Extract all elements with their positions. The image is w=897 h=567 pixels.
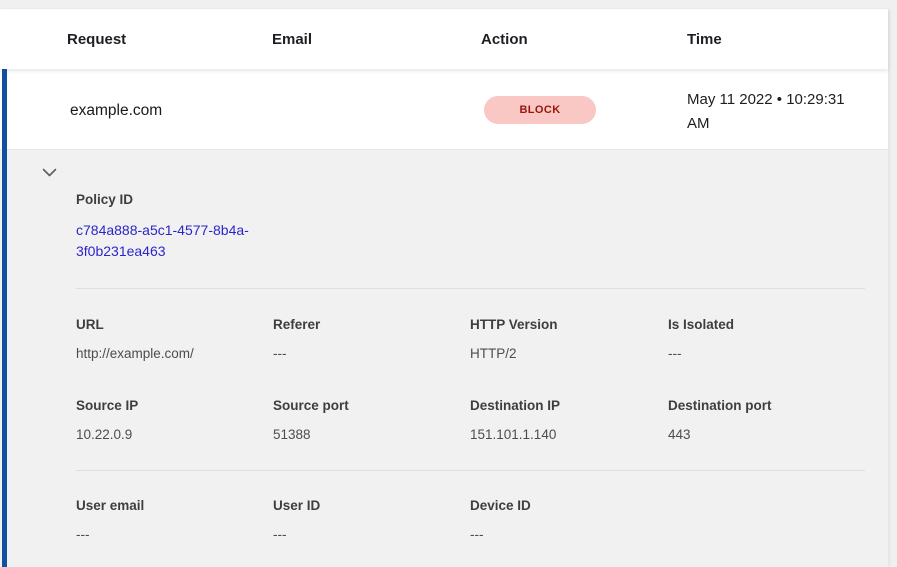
row-detail-panel: Policy ID c784a888-a5c1-4577-8b4a-3f0b23… <box>0 150 888 567</box>
detail-field-device-id: Device ID --- <box>470 498 668 542</box>
row-request-value: example.com <box>70 102 162 120</box>
detail-field-destination-ip: Destination IP 151.101.1.140 <box>470 398 668 442</box>
field-label: Destination IP <box>470 398 668 413</box>
policy-id-label: Policy ID <box>76 192 865 207</box>
chevron-down-icon <box>42 168 57 177</box>
detail-field-user-email: User email --- <box>76 498 273 542</box>
field-value: HTTP/2 <box>470 346 668 361</box>
action-status-badge: BLOCK <box>484 96 596 124</box>
selected-row-accent-bar <box>2 69 7 567</box>
action-badge-label: BLOCK <box>519 104 560 116</box>
detail-field-source-port: Source port 51388 <box>273 398 470 442</box>
row-time-value: May 11 2022 • 10:29:31 AM <box>687 88 867 136</box>
field-value: --- <box>273 346 470 361</box>
field-label: Device ID <box>470 498 668 513</box>
field-label: User ID <box>273 498 470 513</box>
field-value: 443 <box>668 427 865 442</box>
field-value: 10.22.0.9 <box>76 427 273 442</box>
collapse-row-button[interactable] <box>41 164 57 180</box>
field-value: --- <box>76 527 273 542</box>
field-value: http://example.com/ <box>76 346 273 361</box>
field-label: Referer <box>273 317 470 332</box>
table-header-row: Request Email Action Time <box>0 9 888 69</box>
column-header-time: Time <box>620 31 888 48</box>
field-value: --- <box>470 527 668 542</box>
column-header-request: Request <box>0 31 205 48</box>
column-header-action: Action <box>414 31 620 48</box>
field-value: 51388 <box>273 427 470 442</box>
detail-field-source-ip: Source IP 10.22.0.9 <box>76 398 273 442</box>
field-value: --- <box>273 527 470 542</box>
detail-field-user-id: User ID --- <box>273 498 470 542</box>
field-label: HTTP Version <box>470 317 668 332</box>
detail-field-is-isolated: Is Isolated --- <box>668 317 865 361</box>
field-value: --- <box>668 346 865 361</box>
detail-fields-row: User email --- User ID --- Device ID --- <box>76 498 865 542</box>
field-label: Source port <box>273 398 470 413</box>
section-divider <box>76 470 865 471</box>
field-label: Source IP <box>76 398 273 413</box>
detail-field-destination-port: Destination port 443 <box>668 398 865 442</box>
detail-fields-row: Source IP 10.22.0.9 Source port 51388 De… <box>76 398 865 442</box>
column-header-email: Email <box>205 31 414 48</box>
log-page: Request Email Action Time example.com BL… <box>0 0 897 567</box>
policy-id-section: Policy ID c784a888-a5c1-4577-8b4a-3f0b23… <box>76 192 865 262</box>
field-label: URL <box>76 317 273 332</box>
section-divider <box>76 288 865 289</box>
detail-field-url: URL http://example.com/ <box>76 317 273 361</box>
detail-field-referer: Referer --- <box>273 317 470 361</box>
detail-fields-row: URL http://example.com/ Referer --- HTTP… <box>76 317 865 361</box>
field-value: 151.101.1.140 <box>470 427 668 442</box>
field-label: Is Isolated <box>668 317 865 332</box>
field-label: User email <box>76 498 273 513</box>
detail-field-http-version: HTTP Version HTTP/2 <box>470 317 668 361</box>
policy-id-link[interactable]: c784a888-a5c1-4577-8b4a-3f0b231ea463 <box>76 220 281 262</box>
detail-field-empty <box>668 498 865 542</box>
field-label: Destination port <box>668 398 865 413</box>
table-row[interactable]: example.com BLOCK May 11 2022 • 10:29:31… <box>0 69 888 150</box>
log-table: Request Email Action Time example.com BL… <box>0 9 888 567</box>
